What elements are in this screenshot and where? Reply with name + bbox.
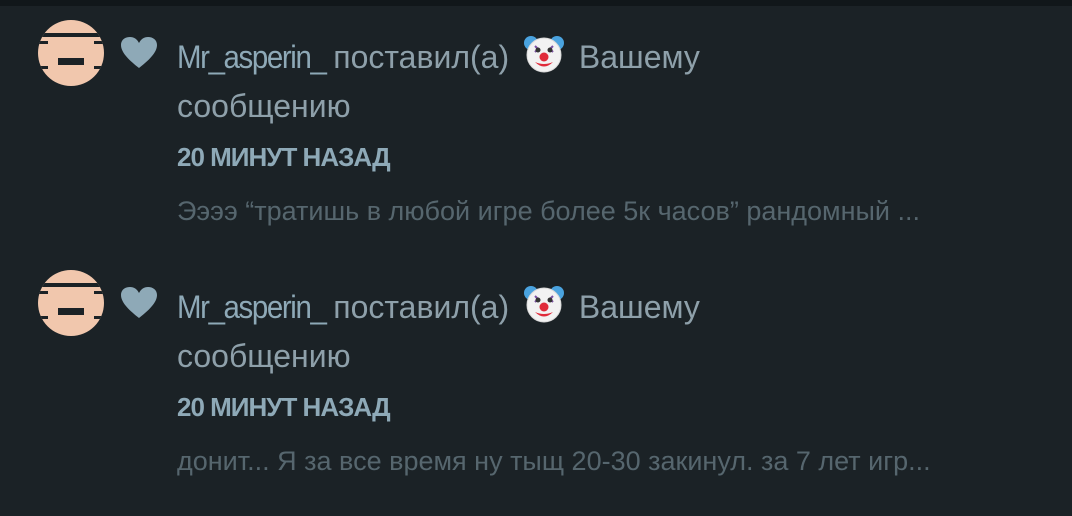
- heart-icon: [121, 37, 157, 68]
- user-avatar-icon[interactable]: [38, 20, 104, 86]
- clown-emoji-icon: [524, 286, 565, 323]
- notification-item[interactable]: Mr_asperin_ поставил(а) Вашему сообщению…: [0, 250, 1072, 490]
- target-text-continued: сообщению: [177, 338, 351, 374]
- target-text: Вашему: [578, 39, 700, 75]
- notification-item[interactable]: Mr_asperin_ поставил(а) Вашему сообщению…: [0, 0, 1072, 240]
- user-avatar-icon[interactable]: [38, 270, 104, 336]
- heart-icon: [121, 287, 157, 318]
- timestamp: 20 МИНУТ НАЗАД: [177, 392, 391, 422]
- notification-feed: Mr_asperin_ поставил(а) Вашему сообщению…: [0, 0, 1072, 516]
- notification-headline: Mr_asperin_ поставил(а) Вашему: [177, 34, 700, 77]
- target-text: Вашему: [578, 289, 700, 325]
- message-preview[interactable]: Ээээ “тратишь в любой игре более 5к часо…: [177, 194, 1027, 228]
- username-link[interactable]: Mr_asperin_: [177, 287, 327, 327]
- clown-emoji-icon: [524, 36, 565, 73]
- target-text-continued: сообщению: [177, 88, 351, 124]
- message-preview[interactable]: донит... Я за все время ну тыщ 20-30 зак…: [177, 444, 1027, 478]
- timestamp: 20 МИНУТ НАЗАД: [177, 142, 391, 172]
- username-link[interactable]: Mr_asperin_: [177, 37, 327, 77]
- notification-headline: Mr_asperin_ поставил(а) Вашему: [177, 284, 700, 327]
- action-text: поставил(а): [333, 289, 510, 325]
- action-text: поставил(а): [333, 39, 510, 75]
